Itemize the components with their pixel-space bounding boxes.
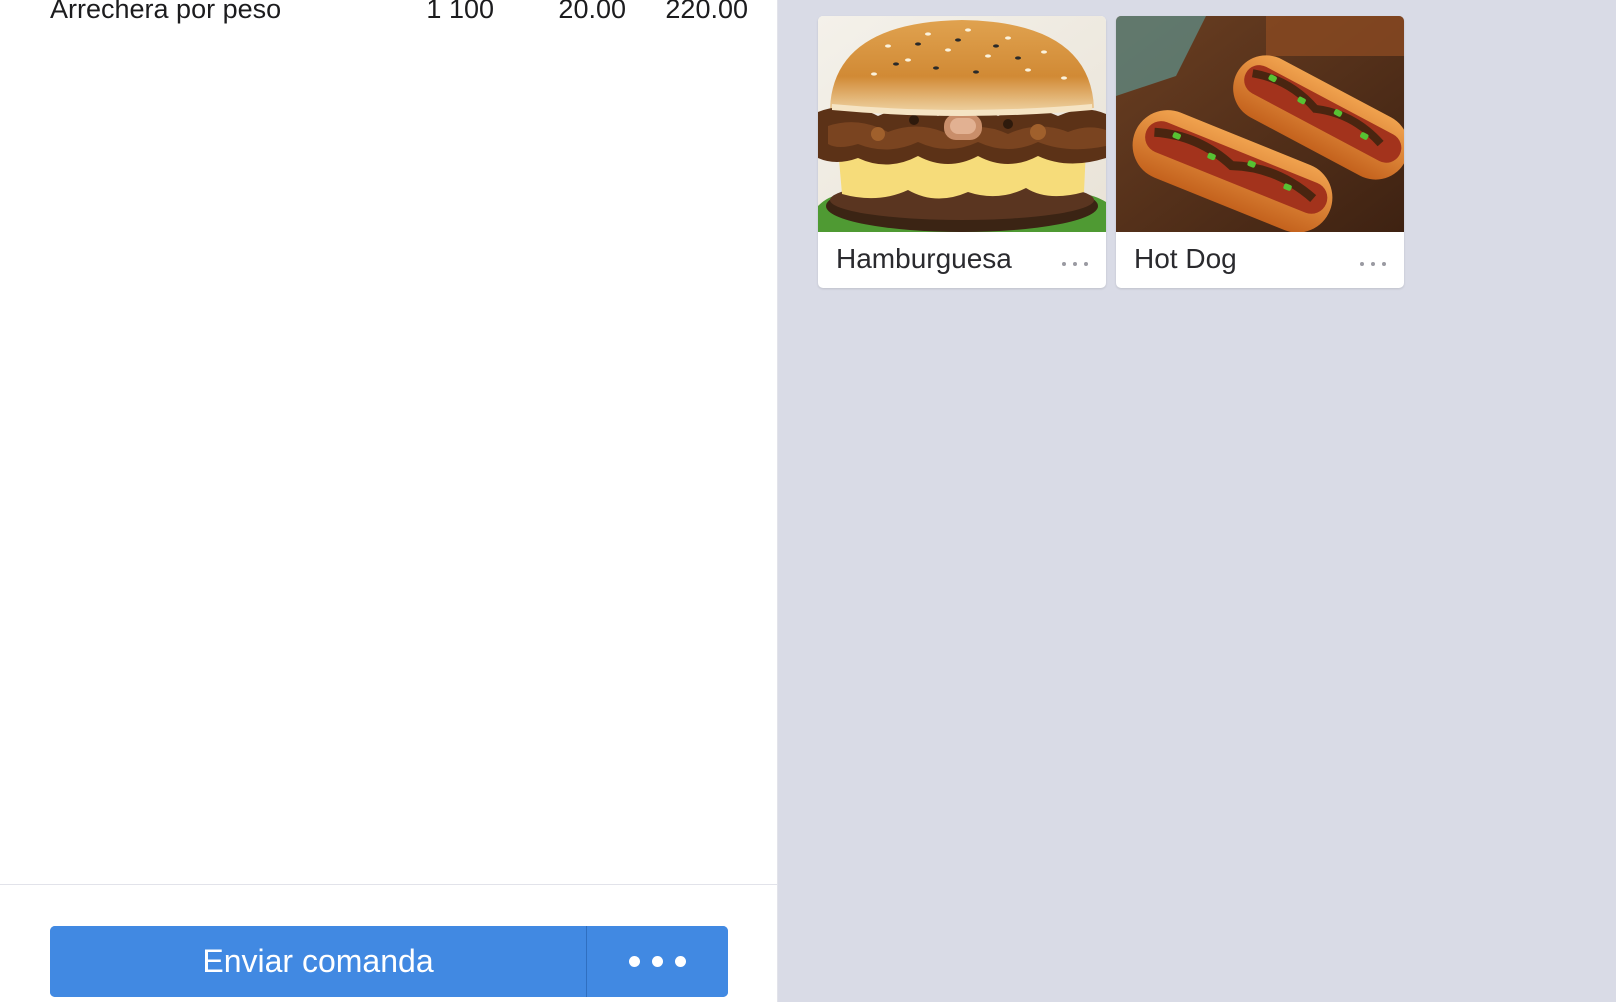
hamburger-photo [818, 16, 1106, 232]
send-order-button[interactable]: Enviar comanda [50, 926, 586, 997]
order-list: Arrechera por peso 1 100 20.00 220.00 [0, 0, 777, 884]
product-grid: Hamburguesa Hot Dog [778, 0, 1616, 1002]
hot-dog-photo [1116, 16, 1404, 232]
order-footer: Enviar comanda [0, 884, 777, 1002]
order-item-total: 220.00 [665, 0, 748, 24]
ellipsis-icon [623, 956, 692, 967]
product-options-button[interactable] [1360, 252, 1386, 276]
send-options-button[interactable] [587, 926, 728, 997]
pos-app: Arrechera por peso 1 100 20.00 220.00 En… [0, 0, 1616, 1002]
product-name: Hamburguesa [836, 243, 1012, 274]
order-item-price: 20.00 [558, 0, 626, 24]
product-name: Hot Dog [1134, 243, 1237, 274]
order-item-quantity: 1 100 [426, 0, 494, 24]
order-panel: Arrechera por peso 1 100 20.00 220.00 En… [0, 0, 778, 1002]
ellipsis-icon [1062, 262, 1088, 266]
product-card-hot-dog[interactable]: Hot Dog [1116, 16, 1404, 288]
product-options-button[interactable] [1062, 252, 1088, 276]
order-row[interactable]: Arrechera por peso 1 100 20.00 220.00 [0, 0, 777, 30]
order-item-name: Arrechera por peso [50, 0, 282, 24]
product-card-hamburguesa[interactable]: Hamburguesa [818, 16, 1106, 288]
send-order-button-group: Enviar comanda [50, 926, 728, 997]
ellipsis-icon [1360, 262, 1386, 266]
